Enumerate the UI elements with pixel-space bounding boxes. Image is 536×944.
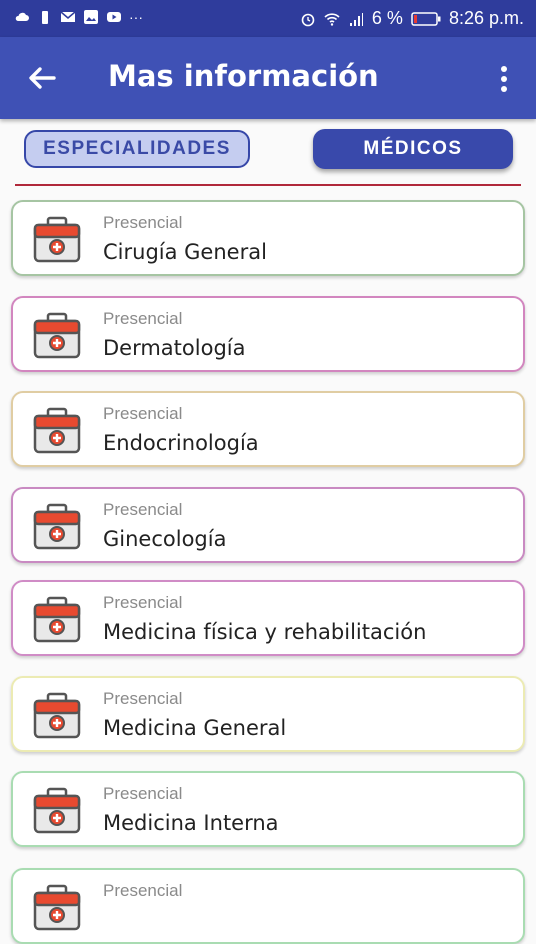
specialty-name: Dermatología [103, 336, 246, 360]
medical-kit-icon [32, 786, 82, 836]
specialty-mode: Presencial [103, 689, 183, 708]
medical-kit-icon [32, 691, 82, 741]
medical-kit-icon [32, 502, 82, 552]
medical-kit-icon [32, 311, 82, 361]
signal-icon [349, 12, 363, 26]
image-icon [84, 10, 98, 24]
app-bar: Mas información [0, 37, 536, 119]
youtube-icon [107, 12, 121, 22]
status-bar: ··· 6 % 8:26 p.m. [0, 0, 536, 37]
specialty-name: Endocrinología [103, 431, 259, 455]
specialty-name: Cirugía General [103, 240, 267, 264]
more-vert-icon[interactable] [494, 63, 514, 95]
specialty-card[interactable]: Presencial Medicina física y rehabilitaci… [11, 580, 525, 656]
page-title: Mas información [108, 59, 379, 93]
medical-kit-icon [32, 406, 82, 456]
battery-percent: 6 % [371, 8, 403, 28]
alarm-icon [301, 13, 315, 26]
medical-kit-icon [32, 215, 82, 265]
specialty-mode: Presencial [103, 593, 183, 612]
notification-icons: ··· [14, 9, 143, 25]
mail-icon [60, 11, 76, 22]
specialty-mode: Presencial [103, 404, 183, 423]
tab-medicos[interactable]: MÉDICOS [313, 129, 513, 169]
specialty-mode: Presencial [103, 213, 183, 232]
specialty-name: Medicina física y rehabilitación [103, 620, 427, 644]
specialty-mode: Presencial [103, 881, 183, 900]
specialty-card[interactable]: Presencial Dermatología [11, 296, 525, 372]
more-notifications-icon: ··· [129, 9, 143, 25]
clock-time: 8:26 p.m. [448, 8, 524, 28]
specialty-card[interactable]: Presencial Endocrinología [11, 391, 525, 467]
cloud-icon [15, 12, 29, 21]
system-status: 6 % 8:26 p.m. [300, 8, 524, 29]
specialty-mode: Presencial [103, 500, 183, 519]
battery-saver-icon [42, 11, 48, 24]
medical-kit-icon [32, 883, 82, 933]
specialty-card[interactable]: Presencial Cirugía General [11, 200, 525, 276]
specialty-mode: Presencial [103, 309, 183, 328]
specialty-card[interactable]: Presencial Ginecología [11, 487, 525, 563]
back-arrow-icon[interactable] [26, 62, 58, 94]
specialty-name: Ginecología [103, 527, 227, 551]
specialty-name: Medicina General [103, 716, 287, 740]
battery-icon [411, 11, 441, 26]
tab-divider [15, 184, 521, 186]
specialty-card[interactable]: Presencial Medicina Interna [11, 771, 525, 847]
specialty-mode: Presencial [103, 784, 183, 803]
specialty-card[interactable]: Presencial Medicina General [11, 676, 525, 752]
tab-especialidades[interactable]: ESPECIALIDADES [24, 130, 250, 168]
specialty-name: Medicina Interna [103, 811, 279, 835]
medical-kit-icon [32, 595, 82, 645]
wifi-icon [324, 12, 340, 26]
specialty-card[interactable]: Presencial [11, 868, 525, 944]
